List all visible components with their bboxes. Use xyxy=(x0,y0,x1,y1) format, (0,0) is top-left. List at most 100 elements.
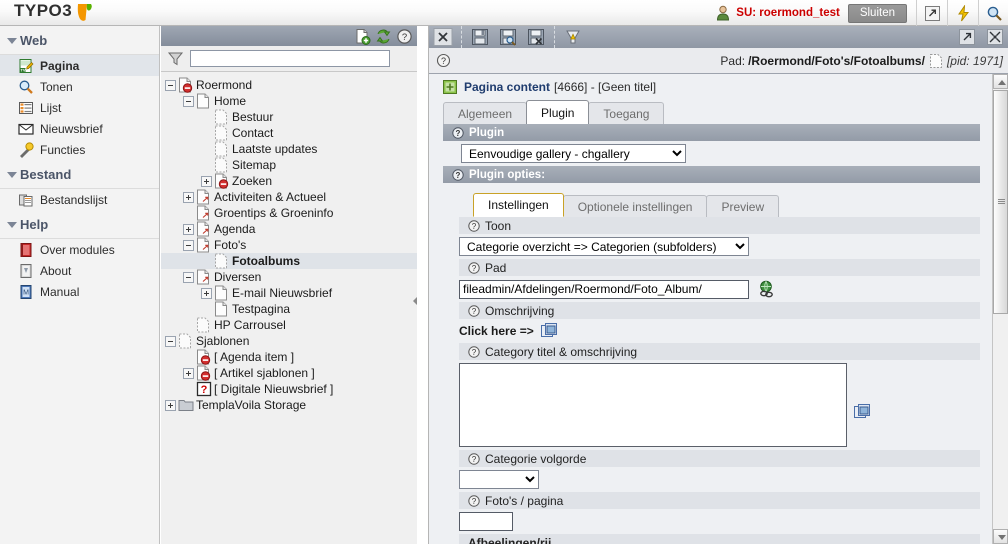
search-magnifier-icon[interactable] xyxy=(980,0,1008,26)
tree-node[interactable]: Agenda xyxy=(161,221,417,237)
about-modules-book-icon xyxy=(20,242,32,257)
module-section-bestand[interactable]: Bestand xyxy=(0,160,159,189)
tree-node[interactable]: Bestuur xyxy=(161,109,417,125)
fotos-per-pagina-input[interactable] xyxy=(459,512,513,531)
wizard-popup-icon[interactable] xyxy=(853,403,871,421)
tab-optionele-instellingen[interactable]: Optionele instellingen xyxy=(562,195,708,217)
tree-toggle-plus-icon[interactable] xyxy=(183,191,194,203)
sidebar-item-manual[interactable]: M Manual xyxy=(0,281,159,302)
help-question-icon[interactable]: ? xyxy=(436,53,451,68)
page-shortcut-icon xyxy=(197,269,209,285)
plugin-select[interactable]: Eenvoudige gallery - chgallery xyxy=(461,144,686,163)
tab-preview[interactable]: Preview xyxy=(706,195,780,217)
sidebar-item-bestandslijst[interactable]: Bestandslijst xyxy=(0,189,159,210)
tree-toggle-minus-icon[interactable] xyxy=(183,239,194,251)
tree-node-selected[interactable]: Fotoalbums xyxy=(161,253,417,269)
pad-input[interactable] xyxy=(459,279,749,299)
toolbar-divider xyxy=(978,0,979,26)
tree-node[interactable]: E-mail Nieuwsbrief xyxy=(161,285,417,301)
new-page-icon[interactable] xyxy=(354,28,371,45)
undo-history-icon[interactable] xyxy=(559,26,587,48)
tree-node[interactable]: Foto's xyxy=(161,237,417,253)
sidebar-item-pagina[interactable]: TV Pagina xyxy=(0,55,159,76)
sidebar-item-over-modules[interactable]: Over modules xyxy=(0,239,159,260)
save-document-icon[interactable] xyxy=(466,26,494,48)
tree-node[interactable]: Sjablonen xyxy=(161,333,417,349)
tree-node[interactable]: Laatste updates xyxy=(161,141,417,157)
save-and-close-icon[interactable] xyxy=(522,26,550,48)
section-plugin-opties: ? Plugin opties: xyxy=(443,166,980,183)
module-section-web[interactable]: Web xyxy=(0,26,159,55)
help-question-icon[interactable]: ? xyxy=(468,219,480,232)
sidebar-item-about[interactable]: About xyxy=(0,260,159,281)
tree-node[interactable]: Diversen xyxy=(161,269,417,285)
tree-toggle-minus-icon[interactable] xyxy=(183,95,194,107)
tree-toggle-plus-icon[interactable] xyxy=(183,367,194,379)
tab-algemeen[interactable]: Algemeen xyxy=(443,102,528,124)
tree-collapse-handle[interactable] xyxy=(413,296,417,306)
tree-node[interactable]: [ Agenda item ] xyxy=(161,349,417,365)
tree-node[interactable]: ? [ Digitale Nieuwsbrief ] xyxy=(161,381,417,397)
tree-node[interactable]: Groentips & Groeninfo xyxy=(161,205,417,221)
help-question-icon[interactable]: ? xyxy=(468,494,480,507)
sidebar-item-lijst[interactable]: Lijst xyxy=(0,97,159,118)
page-dashed-icon xyxy=(215,141,227,157)
tree-toggle-minus-icon[interactable] xyxy=(165,335,176,347)
help-question-icon[interactable]: ? xyxy=(468,345,480,358)
top-bar: TYPO3 SU: roermond_test Sluiten xyxy=(0,0,1008,26)
page-tree-filter-input[interactable] xyxy=(190,50,390,67)
click-here-label[interactable]: Click here => xyxy=(459,324,534,338)
open-in-new-window-icon[interactable] xyxy=(918,0,946,26)
help-question-icon[interactable]: ? xyxy=(396,28,413,45)
tree-node[interactable]: Home xyxy=(161,93,417,109)
wizard-popup-icon[interactable] xyxy=(540,322,558,340)
tree-toggle-plus-icon[interactable] xyxy=(201,287,212,299)
folder-browser-globe-icon[interactable] xyxy=(756,279,776,299)
help-question-icon[interactable]: ? xyxy=(468,452,480,465)
scroll-down-button[interactable] xyxy=(993,529,1008,544)
open-in-new-window-icon[interactable] xyxy=(953,26,981,48)
tree-toggle-minus-icon[interactable] xyxy=(165,79,176,91)
help-question-icon[interactable]: ? xyxy=(452,168,464,181)
tree-node[interactable]: TemplaVoila Storage xyxy=(161,397,417,413)
tree-node[interactable]: Testpagina xyxy=(161,301,417,317)
module-section-help[interactable]: Help xyxy=(0,210,159,239)
sidebar-item-functies[interactable]: Functies xyxy=(0,139,159,160)
tree-node[interactable]: Roermond xyxy=(161,77,417,93)
save-and-view-icon[interactable] xyxy=(494,26,522,48)
help-question-icon[interactable]: ? xyxy=(468,304,480,317)
fullscreen-icon[interactable] xyxy=(981,26,1008,48)
detail-vertical-scrollbar[interactable] xyxy=(992,74,1008,544)
field-label: Foto's / pagina xyxy=(485,493,564,508)
filter-funnel-icon[interactable] xyxy=(167,50,184,67)
tab-plugin[interactable]: Plugin xyxy=(526,100,590,124)
close-document-icon[interactable] xyxy=(429,26,457,48)
logout-button[interactable]: Sluiten xyxy=(847,3,907,23)
tree-node[interactable]: Contact xyxy=(161,125,417,141)
tree-toggle-plus-icon[interactable] xyxy=(165,399,176,411)
detail-panel: ? Pad: /Roermond/Foto's/Fotoalbums/ [pid… xyxy=(428,26,1008,544)
clear-cache-flash-icon[interactable] xyxy=(949,0,977,26)
refresh-tree-icon[interactable] xyxy=(375,28,392,45)
sidebar-item-tonen[interactable]: Tonen xyxy=(0,76,159,97)
tree-toggle-minus-icon[interactable] xyxy=(183,271,194,283)
tree-node[interactable]: HP Carrousel xyxy=(161,317,417,333)
tree-node[interactable]: Activiteiten & Actueel xyxy=(161,189,417,205)
tree-toggle-plus-icon[interactable] xyxy=(201,175,212,187)
tab-instellingen[interactable]: Instellingen xyxy=(473,193,564,217)
scroll-up-button[interactable] xyxy=(993,74,1008,89)
sidebar-item-nieuwsbrief[interactable]: Nieuwsbrief xyxy=(0,118,159,139)
help-question-icon[interactable]: ? xyxy=(452,126,464,139)
tree-node[interactable]: Zoeken xyxy=(161,173,417,189)
tree-toggle-plus-icon[interactable] xyxy=(183,223,194,235)
form-area: Algemeen Plugin Toegang ? Plugin Eenvoud… xyxy=(429,100,994,544)
tree-node[interactable]: [ Artikel sjablonen ] xyxy=(161,365,417,381)
categorie-volgorde-select[interactable] xyxy=(459,470,539,489)
scrollbar-thumb[interactable] xyxy=(993,90,1008,314)
category-titel-textarea[interactable] xyxy=(459,363,847,447)
toon-select[interactable]: Categorie overzicht => Categorien (subfo… xyxy=(459,237,749,256)
envelope-newsletter-icon xyxy=(18,123,34,135)
tab-toegang[interactable]: Toegang xyxy=(588,102,665,124)
tree-node[interactable]: Sitemap xyxy=(161,157,417,173)
help-question-icon[interactable]: ? xyxy=(468,261,480,274)
